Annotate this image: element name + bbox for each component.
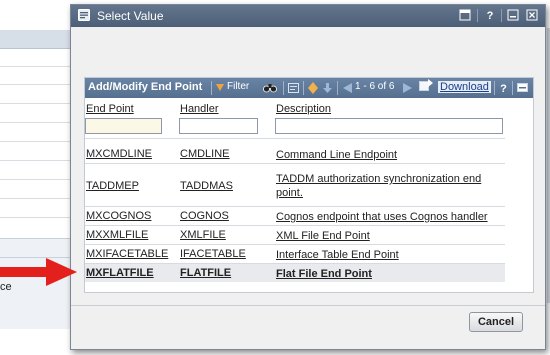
titlebar-separator [477, 9, 478, 22]
toolbar-separator [337, 81, 338, 95]
row-divider [85, 138, 505, 139]
dialog-menu-icon[interactable] [78, 9, 90, 21]
download-arrow-icon[interactable] [323, 83, 332, 93]
table-help-icon[interactable]: ? [499, 81, 508, 95]
dialog-footer-divider [71, 305, 545, 306]
cancel-button[interactable]: Cancel [469, 312, 523, 332]
table-row-description[interactable]: Interface Table End Point [276, 248, 496, 262]
table-row-endpoint[interactable]: MXIFACETABLE [86, 248, 168, 260]
background-row-line [0, 141, 75, 142]
table-row-handler[interactable]: TADDMAS [180, 180, 233, 192]
description-filter-input[interactable] [275, 118, 503, 134]
column-header-description[interactable]: Description [276, 103, 331, 115]
pagination-label: 1 - 6 of 6 [355, 81, 395, 92]
table-title: Add/Modify End Point [88, 81, 203, 93]
toolbar-separator [303, 81, 304, 95]
next-page-icon[interactable] [403, 83, 412, 93]
dialog-titlebar[interactable]: Select Value ? [71, 5, 545, 27]
close-icon[interactable] [526, 9, 538, 21]
table-row-endpoint[interactable]: MXXMLFILE [86, 229, 148, 241]
toolbar-separator [512, 81, 513, 95]
binoculars-icon[interactable] [263, 82, 277, 93]
background-row-line [0, 160, 75, 161]
table-row-description[interactable]: Flat File End Point [276, 267, 496, 281]
filter-link[interactable]: Filter [227, 81, 249, 92]
download-icon[interactable] [419, 79, 433, 91]
table-row-endpoint[interactable]: MXCOGNOS [86, 210, 151, 222]
row-divider [85, 244, 505, 245]
endpoint-table-panel: Add/Modify End Point Filter 1 - 6 of 6 D… [84, 77, 534, 293]
select-value-dialog: Select Value ? Add/Modify End Point Filt… [70, 4, 546, 350]
handler-filter-input[interactable] [179, 118, 258, 134]
toolbar-separator [494, 81, 495, 95]
window-menu-icon[interactable] [459, 9, 471, 21]
table-row-description[interactable]: Command Line Endpoint [276, 148, 496, 162]
titlebar-separator [501, 9, 502, 22]
background-header [0, 30, 75, 49]
svg-text:?: ? [487, 10, 494, 21]
table-row-handler[interactable]: XMLFILE [180, 229, 226, 241]
toolbar-separator [283, 81, 284, 95]
background-row-line [0, 103, 75, 104]
background-row-line [0, 66, 75, 67]
background-row-line [0, 179, 75, 180]
table-row-endpoint[interactable]: TADDMEP [86, 180, 139, 192]
table-toolbar: Add/Modify End Point Filter 1 - 6 of 6 D… [85, 78, 533, 98]
column-header-handler[interactable]: Handler [180, 103, 219, 115]
bookmark-icon[interactable] [308, 82, 318, 94]
table-row-description[interactable]: XML File End Point [276, 229, 496, 243]
table-row-handler[interactable]: COGNOS [180, 210, 229, 222]
row-divider [85, 206, 505, 207]
svg-text:?: ? [500, 83, 507, 95]
row-divider [85, 225, 505, 226]
row-divider [85, 163, 505, 164]
red-arrow-annotation [0, 258, 77, 286]
table-row-description[interactable]: TADDM authorization synchronization end … [276, 172, 496, 200]
table-row-handler[interactable]: IFACETABLE [180, 248, 246, 260]
table-row-endpoint[interactable]: MXFLATFILE [86, 267, 154, 279]
table-row-handler[interactable]: FLATFILE [180, 267, 231, 279]
collapse-table-icon[interactable] [517, 83, 528, 92]
endpoint-filter-input[interactable] [85, 118, 162, 134]
help-icon[interactable]: ? [484, 9, 496, 21]
table-row-description[interactable]: Cognos endpoint that uses Cognos handler [276, 210, 506, 224]
column-header-end-point[interactable]: End Point [86, 103, 134, 115]
background-row-line [0, 198, 75, 199]
background-row-line [0, 217, 75, 218]
dialog-title: Select Value [97, 9, 164, 23]
background-row-line [0, 84, 75, 85]
clear-filter-icon[interactable] [288, 83, 299, 93]
table-row-endpoint[interactable]: MXCMDLINE [86, 148, 152, 160]
previous-page-icon[interactable] [343, 83, 352, 93]
background-row-line [0, 122, 75, 123]
minimize-icon[interactable] [507, 9, 519, 21]
table-row-handler[interactable]: CMDLINE [180, 148, 230, 160]
filter-icon[interactable] [216, 84, 224, 91]
toolbar-separator [211, 81, 212, 95]
download-link[interactable]: Download [438, 81, 491, 93]
